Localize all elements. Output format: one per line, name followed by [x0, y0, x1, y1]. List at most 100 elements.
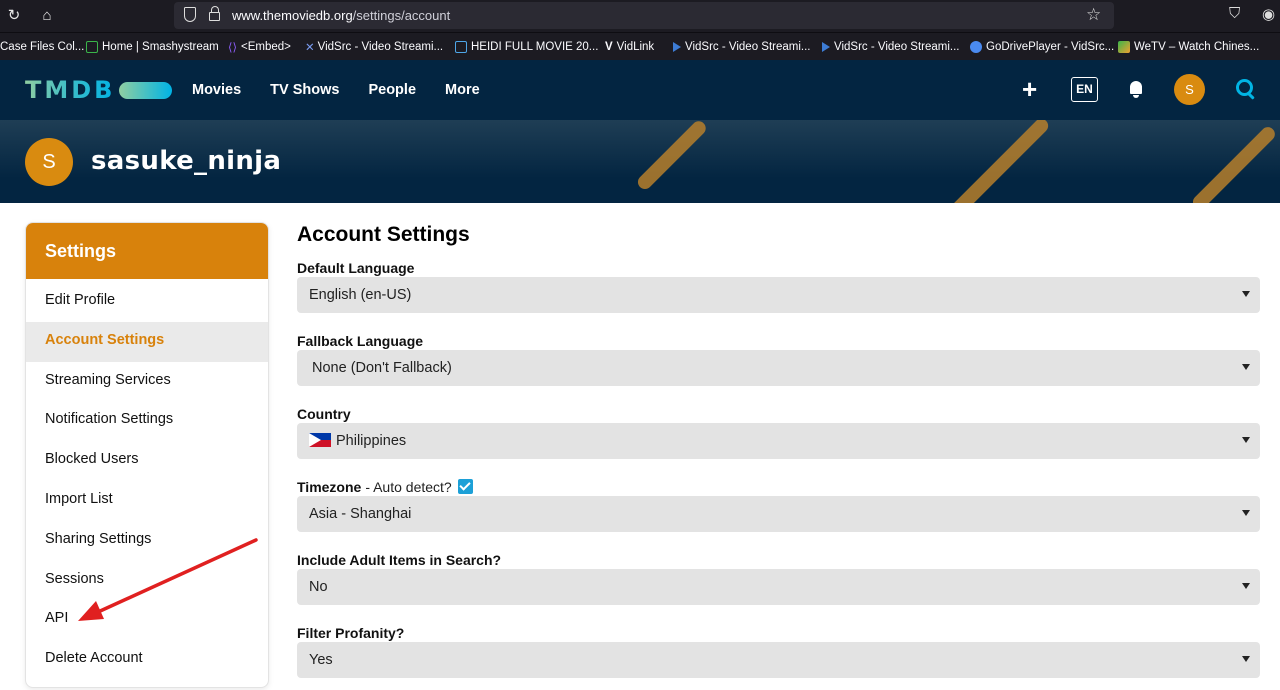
filter-profanity-select[interactable]: Yes: [297, 642, 1260, 678]
play-icon: [673, 42, 681, 52]
avatar[interactable]: S: [1174, 74, 1205, 105]
sidebar-item-sessions[interactable]: Sessions: [26, 561, 268, 601]
sidebar-title: Settings: [26, 223, 268, 279]
bookmark-item[interactable]: VidSrc - Video Streami...: [673, 39, 811, 55]
nav-tv-shows[interactable]: TV Shows: [270, 82, 339, 98]
filter-profanity-field: Filter Profanity? Yes: [297, 621, 1260, 678]
bookmark-label: Case Files Col...: [0, 41, 85, 53]
browser-toolbar: ↻ ⌂ www.themoviedb.org/settings/account …: [0, 0, 1280, 32]
reload-icon[interactable]: ↻: [3, 5, 25, 27]
bookmark-label: Home | Smashystream: [102, 41, 219, 53]
godrive-icon: [970, 41, 982, 53]
adult-items-field: Include Adult Items in Search? No: [297, 548, 1260, 605]
bookmark-item[interactable]: Case Files Col...: [0, 39, 84, 55]
adult-items-value: No: [309, 579, 328, 595]
sidebar-item-edit-profile[interactable]: Edit Profile: [26, 282, 268, 322]
adult-items-label: Include Adult Items in Search?: [297, 551, 502, 568]
home-icon[interactable]: ⌂: [36, 5, 58, 27]
url-text[interactable]: www.themoviedb.org/settings/account: [232, 8, 450, 23]
bookmark-item[interactable]: GoDrivePlayer - VidSrc...: [970, 39, 1114, 55]
vidsrc-icon: ✕: [305, 42, 315, 54]
bookmark-item[interactable]: HEIDI FULL MOVIE 20...: [455, 39, 598, 55]
caret-down-icon: [1242, 583, 1250, 589]
adult-items-select[interactable]: No: [297, 569, 1260, 605]
timezone-select[interactable]: Asia - Shanghai: [297, 496, 1260, 532]
bookmark-item[interactable]: ⟨⟩ <Embed>: [228, 39, 291, 55]
auto-detect-checkbox[interactable]: [457, 479, 473, 494]
caret-down-icon: [1242, 510, 1250, 516]
default-language-select[interactable]: English (en-US): [297, 277, 1260, 313]
banner-stripe: [1190, 124, 1278, 203]
fallback-language-value: None (Don't Fallback): [312, 360, 452, 376]
bookmark-star-icon[interactable]: ☆: [1086, 5, 1101, 25]
fallback-language-select[interactable]: None (Don't Fallback): [297, 350, 1260, 386]
sidebar-item-streaming-services[interactable]: Streaming Services: [26, 362, 268, 402]
nav-movies[interactable]: Movies: [192, 82, 241, 98]
caret-down-icon: [1242, 656, 1250, 662]
sidebar-item-account-settings[interactable]: Account Settings: [26, 321, 268, 362]
bookmark-item[interactable]: V VidLink: [605, 39, 654, 55]
tmdb-logo[interactable]: TMDB: [25, 76, 173, 104]
country-label: Country: [297, 405, 351, 422]
pocket-icon[interactable]: ⛉: [1229, 5, 1240, 22]
bookmark-label: WeTV – Watch Chines...: [1134, 41, 1260, 53]
username[interactable]: sasuke_ninja: [91, 146, 281, 176]
default-language-label: Default Language: [297, 259, 415, 276]
lock-icon[interactable]: [209, 6, 220, 21]
search-icon[interactable]: [1236, 79, 1256, 99]
fallback-language-field: Fallback Language None (Don't Fallback): [297, 329, 1260, 386]
philippines-flag-icon: [309, 433, 331, 447]
profile-avatar[interactable]: S: [25, 138, 73, 186]
site-header: TMDB Movies TV Shows People More + EN S: [0, 60, 1280, 120]
bookmark-item[interactable]: VidSrc - Video Streami...: [822, 39, 960, 55]
caret-down-icon: [1242, 364, 1250, 370]
bookmark-item[interactable]: WeTV – Watch Chines...: [1118, 39, 1259, 55]
filter-profanity-value: Yes: [309, 652, 333, 668]
timezone-label: Timezone: [297, 478, 362, 495]
nav-people[interactable]: People: [368, 82, 416, 98]
wetv-icon: [1118, 41, 1130, 53]
bookmark-label: <Embed>: [240, 41, 291, 53]
shield-icon[interactable]: [184, 7, 196, 22]
profile-banner: S sasuke_ninja: [0, 120, 1280, 203]
caret-down-icon: [1242, 437, 1250, 443]
caret-down-icon: [1242, 291, 1250, 297]
banner-stripe: [935, 120, 1052, 203]
account-settings-panel: Account Settings Default Language Englis…: [297, 222, 1260, 678]
bookmark-label: VidLink: [616, 41, 655, 53]
sidebar-item-api[interactable]: API: [26, 600, 268, 640]
bookmark-label: VidSrc - Video Streami...: [317, 41, 444, 53]
country-select[interactable]: Philippines: [297, 423, 1260, 459]
plus-icon[interactable]: +: [1022, 75, 1037, 103]
bookmark-label: VidSrc - Video Streami...: [834, 41, 960, 53]
logo-pill: [119, 81, 173, 99]
account-icon[interactable]: ◉: [1262, 5, 1275, 23]
bookmark-item[interactable]: Home | Smashystream: [86, 39, 219, 55]
bookmark-item[interactable]: ✕ VidSrc - Video Streami...: [305, 39, 443, 55]
default-language-field: Default Language English (en-US): [297, 256, 1260, 313]
logo-text: TMDB: [25, 76, 116, 104]
language-button[interactable]: EN: [1071, 77, 1098, 102]
timezone-field: Timezone - Auto detect? Asia - Shanghai: [297, 475, 1260, 532]
bell-icon[interactable]: [1128, 80, 1144, 98]
sidebar-item-blocked-users[interactable]: Blocked Users: [26, 441, 268, 481]
sidebar-item-notification-settings[interactable]: Notification Settings: [26, 401, 268, 441]
country-field: Country Philippines: [297, 402, 1260, 459]
smashystream-icon: [86, 41, 98, 53]
page-title: Account Settings: [297, 223, 470, 246]
settings-sidebar: Settings Edit Profile Account Settings S…: [25, 222, 269, 688]
banner-stripe: [635, 120, 709, 192]
main-nav: Movies TV Shows People More: [192, 60, 480, 120]
filter-profanity-label: Filter Profanity?: [297, 624, 405, 641]
play-icon: [822, 42, 830, 52]
sidebar-item-sharing-settings[interactable]: Sharing Settings: [26, 521, 268, 561]
bookmark-label: HEIDI FULL MOVIE 20...: [471, 41, 599, 53]
tv-icon: [455, 41, 467, 53]
sidebar-item-delete-account[interactable]: Delete Account: [26, 640, 268, 680]
address-bar[interactable]: www.themoviedb.org/settings/account ☆: [174, 2, 1114, 29]
sidebar-item-import-list[interactable]: Import List: [26, 481, 268, 521]
nav-more[interactable]: More: [445, 82, 480, 98]
fallback-language-label: Fallback Language: [297, 332, 424, 349]
auto-detect-hint: - Auto detect?: [365, 478, 452, 495]
timezone-label-row: Timezone - Auto detect?: [297, 475, 1260, 496]
